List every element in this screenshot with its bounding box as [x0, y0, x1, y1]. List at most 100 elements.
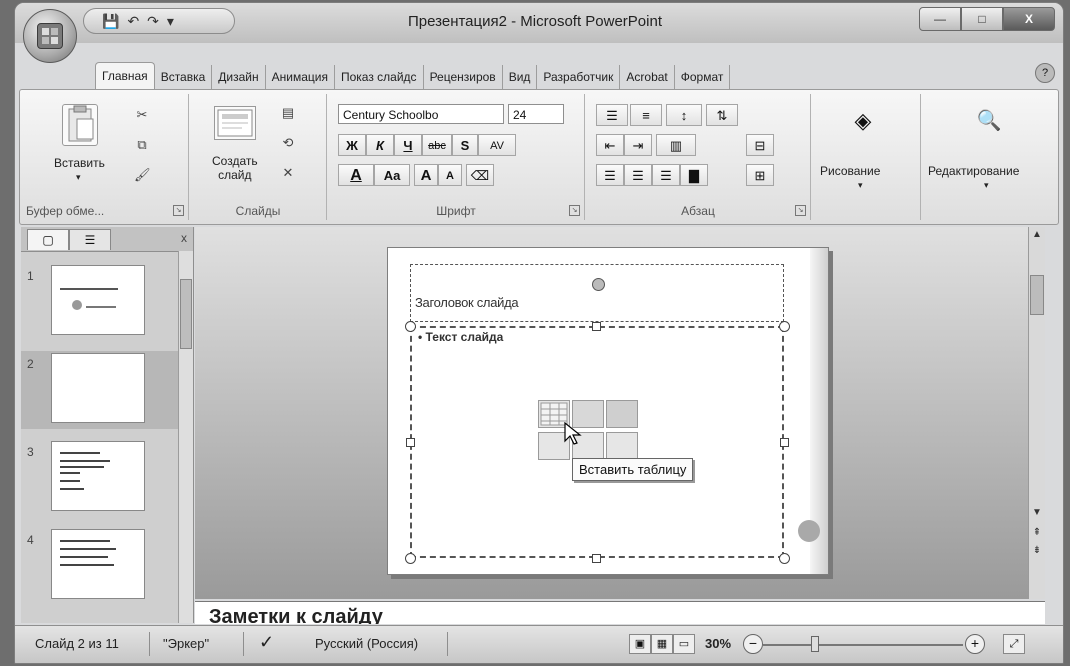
zoom-slider-thumb[interactable]	[811, 636, 819, 652]
office-button[interactable]	[23, 9, 77, 63]
slide-thumbnail[interactable]	[51, 529, 145, 599]
char-spacing-button[interactable]: AV	[478, 134, 516, 156]
editing-dropdown-icon[interactable]: ▾	[984, 180, 989, 191]
resize-handle[interactable]	[592, 322, 601, 331]
clear-formatting-icon[interactable]: ⌫	[466, 164, 494, 186]
fit-to-window-icon[interactable]: ⤢	[1003, 634, 1025, 654]
tab-acrobat[interactable]: Acrobat	[620, 65, 675, 89]
copy-icon[interactable]: ⧉	[134, 138, 150, 152]
slide-thumbnail-row[interactable]: 1	[21, 263, 179, 341]
slide-thumbnail[interactable]	[51, 441, 145, 511]
font-size-select[interactable]: 24	[508, 104, 564, 124]
tab-view[interactable]: Вид	[503, 65, 538, 89]
tab-outline-icon[interactable]: ☰	[69, 229, 111, 250]
group-editing[interactable]: 🔍 Редактирование ▾	[922, 94, 1056, 220]
prev-slide-icon[interactable]: ⇞	[1029, 527, 1045, 538]
drawing-dropdown-icon[interactable]: ▾	[858, 180, 863, 191]
undo-icon[interactable]: ↶	[127, 13, 139, 30]
language-indicator[interactable]: Русский (Россия)	[315, 636, 418, 651]
paste-dropdown-icon[interactable]: ▾	[76, 172, 81, 183]
slideshow-view-icon[interactable]: ▭	[673, 634, 695, 654]
maximize-button[interactable]: □	[961, 7, 1003, 31]
scroll-up-icon[interactable]: ▲	[1029, 229, 1045, 240]
slide-thumbnail[interactable]	[51, 353, 145, 423]
increase-indent-icon[interactable]: ⇥	[624, 134, 652, 156]
help-icon[interactable]: ?	[1035, 63, 1055, 83]
zoom-slider-track[interactable]	[763, 644, 963, 646]
align-left-icon[interactable]: ☰	[596, 164, 624, 186]
group-drawing[interactable]: ◈ Рисование ▾	[812, 94, 921, 220]
scroll-down-icon[interactable]: ▼	[1029, 507, 1045, 518]
resize-handle[interactable]	[405, 321, 416, 332]
font-launcher-icon[interactable]: ↘	[569, 205, 580, 216]
new-slide-label[interactable]: Создать слайд	[212, 154, 258, 182]
smartart-icon[interactable]: ⊞	[746, 164, 774, 186]
minimize-button[interactable]: —	[919, 7, 961, 31]
change-case-button[interactable]: Aa	[374, 164, 410, 186]
tab-review[interactable]: Рецензиров	[424, 65, 503, 89]
paste-label[interactable]: Вставить	[54, 156, 105, 170]
layout-icon[interactable]: ▤	[280, 106, 296, 120]
resize-handle[interactable]	[405, 553, 416, 564]
rotation-handle[interactable]	[592, 278, 605, 291]
slide-thumbnail-row[interactable]: 3	[21, 439, 179, 517]
spellcheck-icon[interactable]: ✓	[259, 632, 274, 653]
clipboard-launcher-icon[interactable]: ↘	[173, 205, 184, 216]
current-slide[interactable]: Заголовок слайда • Текст слайда Вставить…	[387, 247, 829, 575]
grow-font-button[interactable]: A	[414, 164, 438, 186]
close-button[interactable]: X	[1003, 7, 1055, 31]
delete-slide-icon[interactable]: ✕	[280, 166, 296, 180]
bullets-icon[interactable]: ☰	[596, 104, 628, 126]
align-text-icon[interactable]: ⊟	[746, 134, 774, 156]
zoom-out-icon[interactable]: −	[743, 634, 763, 654]
resize-handle[interactable]	[592, 554, 601, 563]
tab-slides-icon[interactable]: ▢	[27, 229, 69, 250]
slide-thumbnail-row[interactable]: 4	[21, 527, 179, 605]
slide-scroll-thumb[interactable]	[1030, 275, 1044, 315]
reset-slide-icon[interactable]: ⟲	[280, 136, 296, 150]
slide-thumbnail-row-selected[interactable]: 2	[21, 351, 179, 429]
next-slide-icon[interactable]: ⇟	[1029, 545, 1045, 556]
strikethrough-button[interactable]: abc	[422, 134, 452, 156]
panel-scroll-thumb[interactable]	[180, 279, 192, 349]
resize-handle[interactable]	[779, 321, 790, 332]
redo-icon[interactable]: ↷	[147, 13, 159, 30]
decrease-indent-icon[interactable]: ⇤	[596, 134, 624, 156]
qat-customize-icon[interactable]: ▾	[167, 13, 174, 30]
insert-media-icon[interactable]	[606, 432, 638, 460]
new-slide-icon[interactable]	[214, 106, 256, 140]
tab-insert[interactable]: Вставка	[155, 65, 213, 89]
tab-design[interactable]: Дизайн	[212, 65, 266, 89]
theme-name[interactable]: "Эркер"	[163, 636, 209, 651]
resize-handle[interactable]	[780, 438, 789, 447]
insert-smartart-icon[interactable]	[606, 400, 638, 428]
font-name-select[interactable]: Century Schoolbo	[338, 104, 504, 124]
shrink-font-button[interactable]: A	[438, 164, 462, 186]
editing-label[interactable]: Редактирование	[928, 164, 1019, 178]
align-center-icon[interactable]: ☰	[624, 164, 652, 186]
zoom-level[interactable]: 30%	[705, 636, 731, 651]
resize-handle[interactable]	[779, 553, 790, 564]
text-direction-icon[interactable]: ⇅	[706, 104, 738, 126]
bold-button[interactable]: Ж	[338, 134, 366, 156]
columns-icon[interactable]: ▥	[656, 134, 696, 156]
tab-home[interactable]: Главная	[95, 62, 155, 89]
panel-close-icon[interactable]: x	[181, 231, 187, 245]
format-painter-icon[interactable]: 🖌	[134, 168, 151, 182]
save-icon[interactable]: 💾	[102, 13, 119, 30]
slide-scrollbar[interactable]: ▲ ▼ ⇞ ⇟	[1028, 227, 1045, 599]
tab-format[interactable]: Формат	[675, 65, 731, 89]
title-placeholder[interactable]: Заголовок слайда	[410, 264, 784, 322]
line-spacing-icon[interactable]: ↕	[666, 104, 702, 126]
tab-developer[interactable]: Разработчик	[537, 65, 621, 89]
tab-animation[interactable]: Анимация	[266, 65, 335, 89]
notes-pane[interactable]: Заметки к слайду	[195, 601, 1045, 624]
underline-button[interactable]: Ч	[394, 134, 422, 156]
zoom-in-icon[interactable]: +	[965, 634, 985, 654]
normal-view-icon[interactable]: ▣	[629, 634, 651, 654]
paragraph-launcher-icon[interactable]: ↘	[795, 205, 806, 216]
justify-icon[interactable]: ▇	[680, 164, 708, 186]
italic-button[interactable]: К	[366, 134, 394, 156]
resize-handle[interactable]	[406, 438, 415, 447]
cut-icon[interactable]: ✂	[134, 108, 150, 122]
